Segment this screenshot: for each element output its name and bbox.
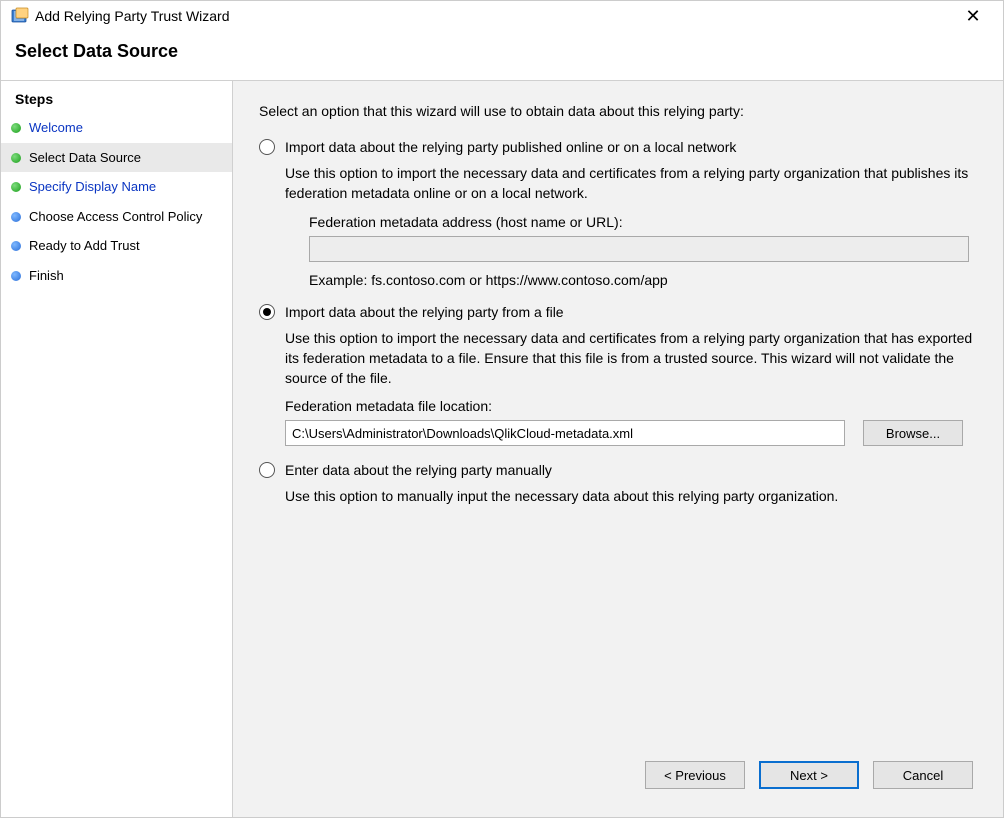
step-select-data-source[interactable]: Select Data Source — [1, 143, 232, 173]
step-bullet-icon — [11, 153, 21, 163]
option-manual: Enter data about the relying party manua… — [259, 462, 977, 506]
example-text: Example: fs.contoso.com or https://www.c… — [309, 272, 969, 288]
step-welcome[interactable]: Welcome — [1, 113, 232, 143]
radio-icon — [259, 462, 275, 478]
previous-button[interactable]: < Previous — [645, 761, 745, 789]
steps-heading: Steps — [1, 89, 232, 113]
wizard-window: Add Relying Party Trust Wizard ✕ Select … — [0, 0, 1004, 818]
metadata-address-block: Federation metadata address (host name o… — [309, 214, 969, 288]
step-finish[interactable]: Finish — [1, 261, 232, 291]
radio-manual[interactable]: Enter data about the relying party manua… — [259, 462, 977, 478]
instruction-text: Select an option that this wizard will u… — [259, 103, 977, 119]
field-label: Federation metadata file location: — [285, 398, 977, 414]
radio-import-file[interactable]: Import data about the relying party from… — [259, 304, 977, 320]
option-desc: Use this option to import the necessary … — [285, 163, 977, 204]
content-panel: Select an option that this wizard will u… — [233, 81, 1003, 817]
step-choose-access-control-policy[interactable]: Choose Access Control Policy — [1, 202, 232, 232]
option-desc: Use this option to manually input the ne… — [285, 486, 977, 506]
step-specify-display-name[interactable]: Specify Display Name — [1, 172, 232, 202]
next-button[interactable]: Next > — [759, 761, 859, 789]
footer: < Previous Next > Cancel — [259, 743, 977, 801]
page-title: Select Data Source — [15, 41, 989, 62]
radio-label: Import data about the relying party publ… — [285, 139, 736, 155]
step-ready-to-add-trust[interactable]: Ready to Add Trust — [1, 231, 232, 261]
radio-import-online[interactable]: Import data about the relying party publ… — [259, 139, 977, 155]
header: Select Data Source — [1, 29, 1003, 80]
steps-sidebar: Steps Welcome Select Data Source Specify… — [1, 81, 233, 817]
step-bullet-icon — [11, 123, 21, 133]
cancel-button[interactable]: Cancel — [873, 761, 973, 789]
close-button[interactable]: ✕ — [953, 7, 993, 25]
metadata-file-block: Federation metadata file location: Brows… — [285, 398, 977, 446]
step-label: Ready to Add Trust — [29, 237, 140, 255]
radio-label: Import data about the relying party from… — [285, 304, 564, 320]
field-label: Federation metadata address (host name o… — [309, 214, 969, 230]
step-bullet-icon — [11, 182, 21, 192]
browse-button[interactable]: Browse... — [863, 420, 963, 446]
step-label: Choose Access Control Policy — [29, 208, 202, 226]
metadata-address-input — [309, 236, 969, 262]
app-icon — [11, 7, 29, 25]
step-bullet-icon — [11, 271, 21, 281]
option-desc: Use this option to import the necessary … — [285, 328, 977, 389]
body: Steps Welcome Select Data Source Specify… — [1, 80, 1003, 817]
option-import-online: Import data about the relying party publ… — [259, 139, 977, 288]
window-title: Add Relying Party Trust Wizard — [35, 8, 953, 24]
step-label: Finish — [29, 267, 64, 285]
step-label: Welcome — [29, 119, 83, 137]
content-inner: Select an option that this wizard will u… — [259, 103, 977, 743]
radio-icon — [259, 304, 275, 320]
step-label: Specify Display Name — [29, 178, 156, 196]
radio-icon — [259, 139, 275, 155]
step-label: Select Data Source — [29, 149, 141, 167]
file-row: Browse... — [285, 420, 977, 446]
metadata-file-input[interactable] — [285, 420, 845, 446]
titlebar: Add Relying Party Trust Wizard ✕ — [1, 1, 1003, 29]
radio-label: Enter data about the relying party manua… — [285, 462, 552, 478]
option-import-file: Import data about the relying party from… — [259, 304, 977, 447]
step-bullet-icon — [11, 241, 21, 251]
step-bullet-icon — [11, 212, 21, 222]
